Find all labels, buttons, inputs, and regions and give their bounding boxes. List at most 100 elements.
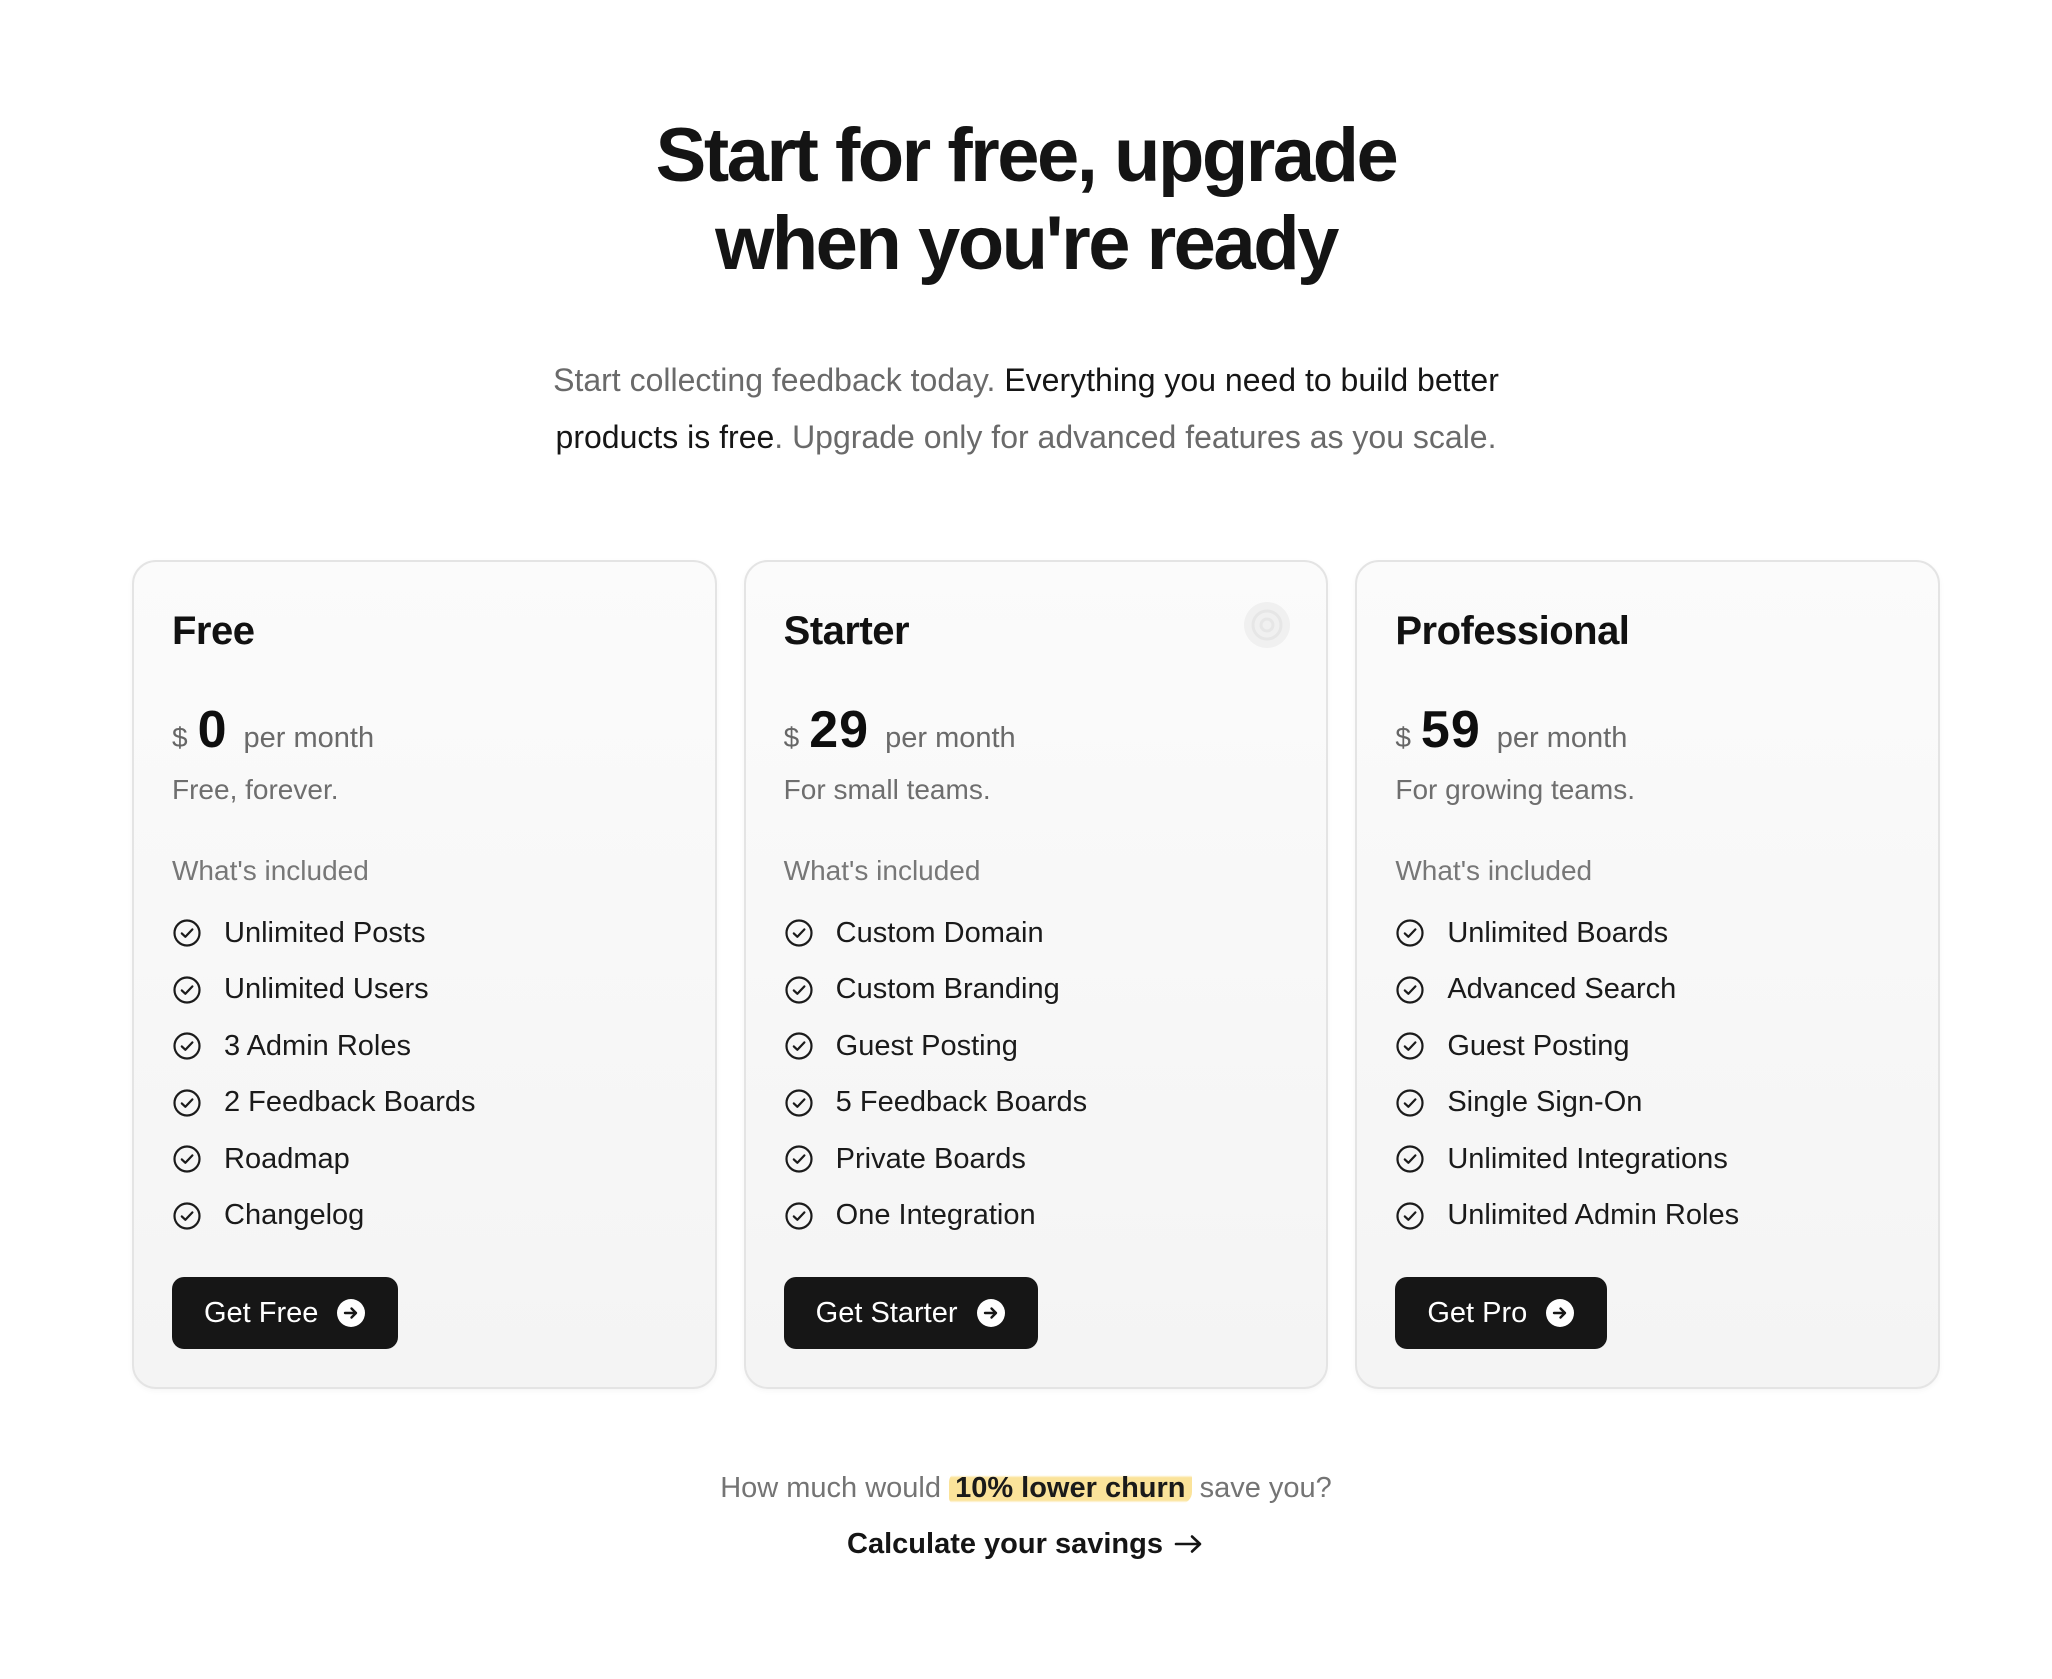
cta-label: Get Free (204, 1296, 319, 1329)
churn-text-before: How much would (720, 1472, 950, 1504)
feature-label: Custom Domain (835, 916, 1044, 949)
check-circle-icon (785, 1202, 813, 1230)
price-period: per month (885, 722, 1016, 754)
get-free-button[interactable]: Get Free (172, 1277, 399, 1349)
arrow-circle-right-icon (1546, 1299, 1575, 1327)
check-circle-icon (1396, 1089, 1424, 1117)
subtitle-text-2: . Upgrade only for advanced features as … (774, 419, 1497, 455)
feature-list: Custom Domain Custom Branding Guest Post… (784, 905, 1289, 1244)
check-circle-icon (173, 919, 201, 947)
page-title-line-1: Start for free, upgrade (655, 113, 1399, 198)
feature-item: 3 Admin Roles (172, 1018, 677, 1075)
feature-label: Guest Posting (1447, 1029, 1630, 1062)
feature-item: Unlimited Integrations (1395, 1131, 1900, 1188)
price-amount: 29 (809, 701, 870, 759)
price-row: $ 59 per month (1395, 700, 1900, 759)
feature-label: Changelog (224, 1199, 365, 1232)
price-currency: $ (1395, 722, 1411, 753)
check-circle-icon (785, 1089, 813, 1117)
feature-item: 5 Feedback Boards (784, 1075, 1289, 1132)
feature-item: Unlimited Admin Roles (1395, 1188, 1900, 1245)
feature-item: 2 Feedback Boards (172, 1075, 677, 1132)
check-circle-icon (173, 1145, 201, 1173)
feature-item: Unlimited Users (172, 962, 677, 1019)
churn-text-after: save you? (1191, 1472, 1332, 1504)
price-row: $ 29 per month (783, 700, 1289, 759)
feature-item: Roadmap (172, 1131, 677, 1188)
page-subtitle: Start collecting feedback today. Everyth… (0, 352, 2052, 466)
get-starter-button[interactable]: Get Starter (783, 1277, 1038, 1349)
feature-label: Single Sign-On (1447, 1086, 1643, 1119)
feature-label: One Integration (835, 1199, 1036, 1232)
check-circle-icon (1396, 919, 1424, 947)
check-circle-icon (173, 976, 201, 1004)
price-period: per month (243, 722, 375, 754)
included-label: What's included (172, 855, 369, 886)
feature-label: Advanced Search (1447, 973, 1677, 1006)
page-title-line-2: when you're ready (715, 201, 1339, 286)
feature-label: Unlimited Boards (1447, 916, 1669, 949)
feature-item: One Integration (784, 1188, 1289, 1245)
arrow-right-icon (1174, 1535, 1202, 1553)
feature-label: 2 Feedback Boards (224, 1086, 476, 1119)
feature-label: Unlimited Admin Roles (1447, 1199, 1740, 1232)
plan-card-starter: Starter $ 29 per month For small teams. … (743, 560, 1329, 1389)
feature-item: Unlimited Boards (1395, 905, 1900, 962)
target-icon (1244, 602, 1291, 648)
feature-label: Guest Posting (835, 1029, 1018, 1062)
plan-card-free: Free $ 0 per month Free, forever. What's… (132, 560, 717, 1389)
feature-label: 5 Feedback Boards (835, 1086, 1088, 1119)
calculate-savings-label: Calculate your savings (847, 1528, 1163, 1560)
subtitle-line-2: products is free. Upgrade only for advan… (0, 409, 2052, 466)
check-circle-icon (785, 919, 813, 947)
get-pro-button[interactable]: Get Pro (1395, 1277, 1608, 1349)
price-currency: $ (172, 722, 188, 753)
feature-item: Guest Posting (784, 1018, 1289, 1075)
pricing-page: Start for free, upgrade when you're read… (0, 0, 2052, 1679)
check-circle-icon (1396, 1145, 1424, 1173)
check-circle-icon (785, 1032, 813, 1060)
pricing-cards: Free $ 0 per month Free, forever. What's… (132, 560, 1941, 1389)
plan-tagline: For growing teams. (1395, 774, 1635, 805)
plan-tagline: Free, forever. (172, 774, 339, 805)
feature-list: Unlimited Posts Unlimited Users 3 Admin … (172, 905, 677, 1244)
arrow-circle-right-icon (976, 1299, 1005, 1327)
check-circle-icon (173, 1032, 201, 1060)
included-label: What's included (783, 855, 981, 886)
cta-label: Get Pro (1427, 1296, 1528, 1329)
feature-label: Unlimited Posts (224, 916, 426, 949)
feature-label: 3 Admin Roles (224, 1029, 411, 1062)
feature-item: Single Sign-On (1395, 1075, 1900, 1132)
feature-item: Custom Branding (784, 962, 1289, 1019)
feature-item: Guest Posting (1395, 1018, 1900, 1075)
check-circle-icon (785, 976, 813, 1004)
plan-tagline: For small teams. (783, 774, 991, 805)
feature-item: Private Boards (784, 1131, 1289, 1188)
feature-label: Unlimited Users (224, 973, 429, 1006)
check-circle-icon (173, 1089, 201, 1117)
feature-item: Changelog (172, 1188, 677, 1245)
plan-name: Starter (783, 609, 910, 653)
plan-name: Professional (1395, 609, 1630, 653)
calculate-savings-link[interactable]: Calculate your savings (0, 1524, 2052, 1564)
price-period: per month (1496, 722, 1628, 754)
check-circle-icon (1396, 1032, 1424, 1060)
price-currency: $ (783, 722, 800, 753)
price-row: $ 0 per month (172, 700, 677, 759)
plan-card-professional: Professional $ 59 per month For growing … (1355, 560, 1941, 1389)
check-circle-icon (785, 1145, 813, 1173)
churn-highlight: 10% lower churn (949, 1472, 1192, 1504)
page-title: Start for free, upgrade when you're read… (0, 112, 2052, 288)
arrow-circle-right-icon (337, 1299, 366, 1327)
plan-name: Free (172, 609, 255, 653)
subtitle-emphasis-1: Everything you need to build better (1004, 362, 1499, 398)
cta-label: Get Starter (815, 1296, 958, 1329)
feature-label: Unlimited Integrations (1447, 1142, 1728, 1175)
check-circle-icon (173, 1202, 201, 1230)
subtitle-text-1: Start collecting feedback today. (553, 362, 1005, 398)
check-circle-icon (1396, 976, 1424, 1004)
feature-label: Private Boards (835, 1142, 1026, 1175)
included-label: What's included (1395, 855, 1593, 886)
feature-label: Custom Branding (835, 973, 1060, 1006)
subtitle-line-1: Start collecting feedback today. Everyth… (0, 352, 2052, 409)
